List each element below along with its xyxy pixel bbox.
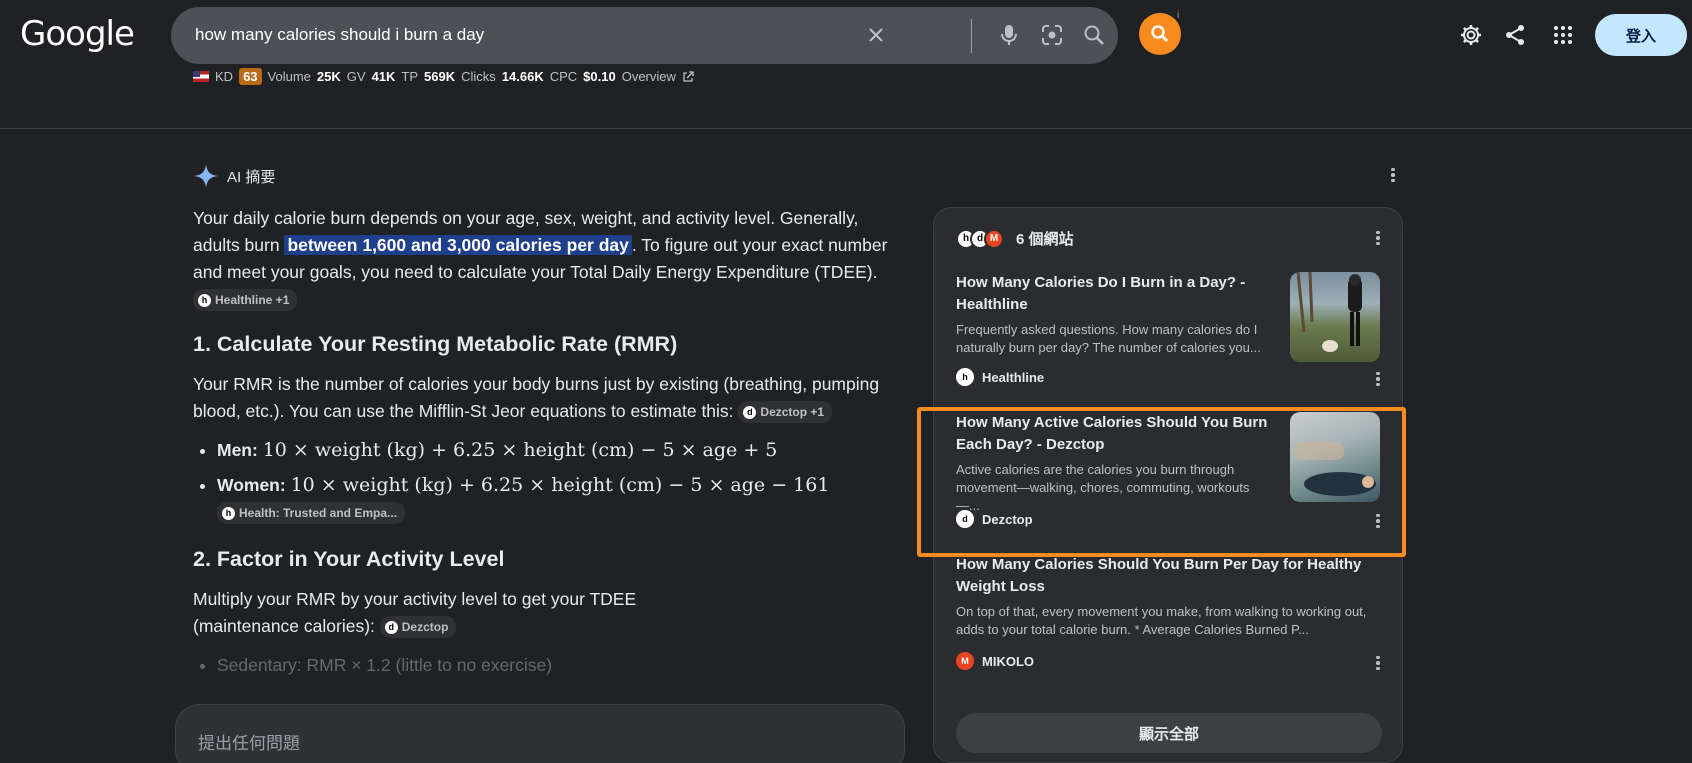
volume-value: 25K xyxy=(316,69,341,84)
healthline-icon: h xyxy=(956,368,974,386)
gv-label: GV xyxy=(346,69,366,84)
ai-overview-heading: AI 摘要 xyxy=(193,163,275,189)
men-formula: 10 × weight (kg) + 6.25 × height (cm) − … xyxy=(262,439,778,461)
seo-metrics-bar: KD 63 Volume 25K GV 41K TP 569K Clicks 14.66… xyxy=(193,68,694,85)
sign-in-button[interactable]: 登入 xyxy=(1595,14,1687,56)
google-logo[interactable]: Google xyxy=(20,14,135,54)
mikolo-icon: M xyxy=(956,652,974,670)
header-divider xyxy=(0,128,1692,129)
us-flag-icon xyxy=(193,71,209,82)
clicks-label: Clicks xyxy=(461,69,496,84)
citation-chip-healthline[interactable]: h Healthline +1 xyxy=(193,289,298,312)
health-icon: h xyxy=(222,506,235,520)
source-title[interactable]: How Many Calories Should You Burn Per Da… xyxy=(956,554,1376,598)
tp-value: 569K xyxy=(424,69,456,84)
source-thumbnail[interactable] xyxy=(1290,271,1380,362)
list-item: Sedentary: RMR × 1.2 (little to no exerc… xyxy=(217,652,893,679)
dezctop-icon: d xyxy=(384,620,398,634)
ai-overview-more-icon[interactable] xyxy=(1383,165,1403,185)
list-item: Men: 10 × weight (kg) + 6.25 × height (c… xyxy=(217,437,893,464)
cpc-label: CPC xyxy=(549,69,578,84)
source-title[interactable]: How Many Calories Do I Burn in a Day? - … xyxy=(956,272,1271,316)
header: Google how many calories should i burn a… xyxy=(0,0,1692,128)
source-label[interactable]: h Healthline xyxy=(956,368,1044,386)
source-card-mikolo[interactable]: How Many Calories Should You Burn Per Da… xyxy=(956,554,1386,639)
search-box[interactable]: how many calories should i burn a day xyxy=(171,7,1118,64)
gear-icon[interactable] xyxy=(1456,20,1486,50)
intro-paragraph: Your daily calorie burn depends on your … xyxy=(193,205,893,313)
source-label[interactable]: M MIKOLO xyxy=(956,652,1034,670)
ask-placeholder: 提出任何問題 xyxy=(198,734,300,753)
clicks-value: 14.66K xyxy=(501,69,544,84)
clear-icon[interactable] xyxy=(861,20,891,50)
microphone-icon[interactable] xyxy=(994,20,1024,50)
overview-link[interactable]: Overview xyxy=(622,69,676,84)
tp-label: TP xyxy=(401,69,419,84)
apps-grid-icon[interactable] xyxy=(1548,20,1578,50)
share-icon[interactable] xyxy=(1500,20,1530,50)
sparkle-icon xyxy=(194,164,218,188)
sources-more-icon[interactable] xyxy=(1368,228,1388,248)
info-mark: i xyxy=(1177,10,1180,21)
source-more-icon[interactable] xyxy=(1368,653,1388,673)
mikolo-icon: M xyxy=(984,228,1004,249)
source-card-healthline[interactable]: How Many Calories Do I Burn in a Day? - … xyxy=(956,271,1386,362)
show-all-button[interactable]: 顯示全部 xyxy=(956,713,1382,753)
volume-label: Volume xyxy=(267,69,311,84)
magnifier-icon xyxy=(1151,25,1169,43)
gv-value: 41K xyxy=(371,69,396,84)
activity-list: Sedentary: RMR × 1.2 (little to no exerc… xyxy=(217,652,893,679)
rmr-paragraph: Your RMR is the number of calories your … xyxy=(193,371,893,425)
women-formula: 10 × weight (kg) + 6.25 × height (cm) − … xyxy=(290,474,830,496)
ai-overview-body: Your daily calorie burn depends on your … xyxy=(193,205,893,687)
external-link-icon[interactable] xyxy=(682,70,694,83)
sources-count: 6 個網站 xyxy=(1016,231,1074,248)
activity-paragraph: Multiply your RMR by your activity level… xyxy=(193,586,733,640)
section-heading-activity: 2. Factor in Your Activity Level xyxy=(193,547,505,571)
cpc-value: $0.10 xyxy=(583,69,616,84)
extension-search-button[interactable] xyxy=(1139,13,1181,55)
source-favicons: h d M xyxy=(956,228,1004,249)
citation-chip-dezctop-2[interactable]: d Dezctop xyxy=(379,616,457,639)
search-input[interactable]: how many calories should i burn a day xyxy=(195,25,484,45)
selection-highlight-box xyxy=(917,407,1406,557)
healthline-icon: h xyxy=(198,293,211,307)
kd-label: KD xyxy=(215,69,234,84)
search-icon[interactable] xyxy=(1079,20,1109,50)
sources-header: h d M 6 個網站 xyxy=(956,228,1074,249)
camera-lens-icon[interactable] xyxy=(1037,20,1067,50)
source-more-icon[interactable] xyxy=(1368,369,1388,389)
highlighted-range: between 1,600 and 3,000 calories per day xyxy=(284,235,632,255)
dezctop-icon: d xyxy=(743,405,757,419)
citation-chip-dezctop[interactable]: d Dezctop +1 xyxy=(738,401,833,424)
source-snippet: On top of that, every movement you make,… xyxy=(956,604,1367,637)
ask-question-input[interactable]: 提出任何問題 xyxy=(175,704,905,763)
list-item: Women: 10 × weight (kg) + 6.25 × height … xyxy=(217,472,893,526)
source-snippet: Frequently asked questions. How many cal… xyxy=(956,322,1261,355)
section-heading-rmr: 1. Calculate Your Resting Metabolic Rate… xyxy=(193,332,678,356)
kd-badge: 63 xyxy=(239,68,262,85)
formula-list: Men: 10 × weight (kg) + 6.25 × height (c… xyxy=(217,437,893,526)
ai-overview-title: AI 摘要 xyxy=(227,168,276,186)
search-divider xyxy=(971,19,972,53)
citation-chip-health[interactable]: h Health: Trusted and Empa... xyxy=(217,502,406,525)
